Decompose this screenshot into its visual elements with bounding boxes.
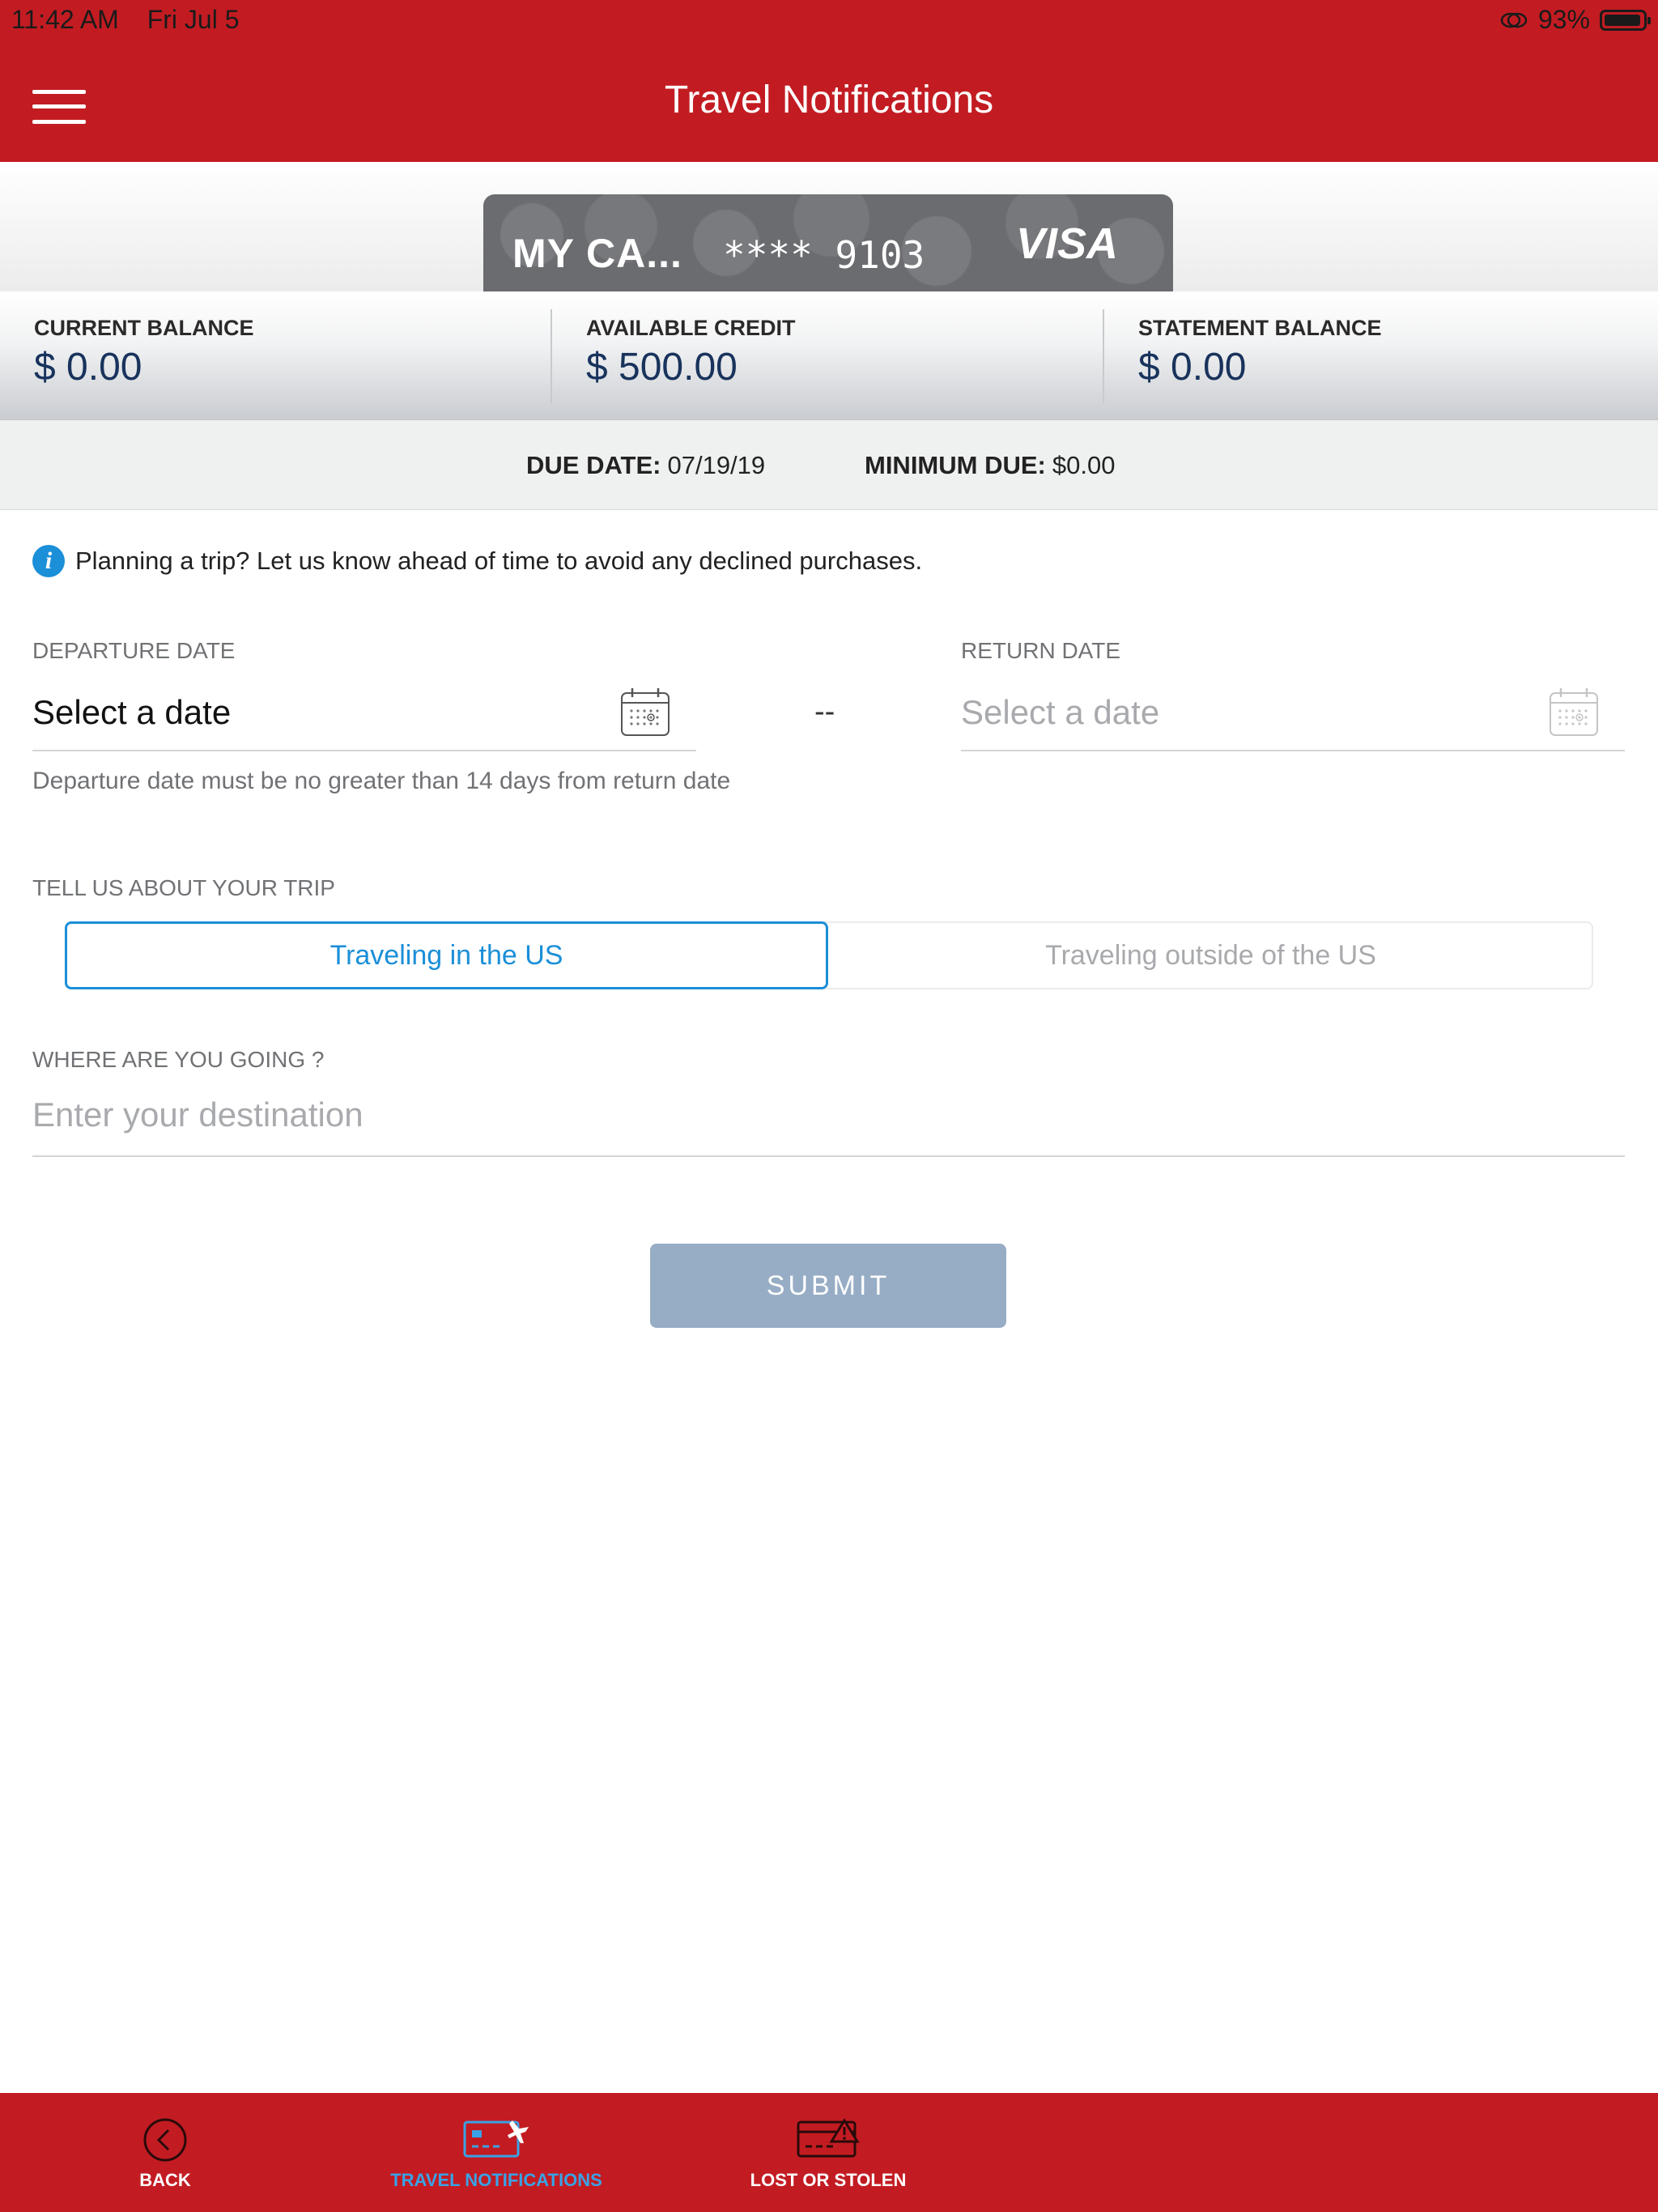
tab-back-label: BACK [139, 2170, 191, 2190]
available-credit: AVAILABLE CREDIT $ 500.00 [552, 291, 1104, 419]
card-brand-logo: VISA [1015, 219, 1118, 268]
due-bar: DUE DATE: 07/19/19 MINIMUM DUE: $0.00 [0, 420, 1658, 510]
tab-lost-or-stolen-label: LOST OR STOLEN [750, 2170, 907, 2190]
departure-hint: Departure date must be no greater than 1… [32, 768, 731, 794]
available-credit-value: $ 500.00 [586, 346, 738, 389]
due-date: DUE DATE: 07/19/19 [526, 451, 765, 480]
status-bar-left: 11:42 AM Fri Jul 5 [11, 5, 261, 35]
return-date-underline [961, 750, 1625, 751]
minimum-due-label: MINIMUM DUE: [865, 451, 1046, 479]
orientation-lock-icon [1500, 12, 1528, 28]
tab-travel-notifications-label: TRAVEL NOTIFICATIONS [390, 2170, 602, 2190]
page-title: Travel Notifications [664, 79, 994, 121]
available-credit-label: AVAILABLE CREDIT [586, 316, 796, 340]
card-plane-icon [463, 2121, 529, 2158]
departure-date-label: DEPARTURE DATE [32, 638, 236, 663]
calendar-icon[interactable] [1549, 687, 1599, 737]
return-date-field[interactable]: Select a date [961, 693, 1159, 732]
tab-back[interactable]: BACK [84, 2093, 246, 2212]
minimum-due: MINIMUM DUE: $0.00 [865, 451, 1115, 480]
destination-underline [32, 1155, 1625, 1157]
statement-balance-value: $ 0.00 [1138, 346, 1247, 389]
destination-input[interactable]: Enter your destination [32, 1095, 363, 1134]
current-balance: CURRENT BALANCE $ 0.00 [0, 291, 552, 419]
departure-date-underline [32, 750, 696, 751]
tab-travel-notifications[interactable]: TRAVEL NOTIFICATIONS [375, 2093, 618, 2212]
date-separator: -- [814, 695, 835, 729]
return-date-label: RETURN DATE [961, 638, 1121, 663]
balances-panel: CURRENT BALANCE $ 0.00 AVAILABLE CREDIT … [0, 291, 1658, 420]
calendar-icon[interactable] [620, 687, 670, 737]
back-circle-icon [143, 2118, 187, 2162]
battery-percent: 93% [1537, 5, 1590, 34]
trip-type-label: TELL US ABOUT YOUR TRIP [32, 875, 335, 900]
card-number: **** 9103 [723, 233, 925, 277]
due-date-label: DUE DATE: [526, 451, 661, 479]
statement-balance: STATEMENT BALANCE $ 0.00 [1104, 291, 1658, 419]
app-header: 11:42 AM Fri Jul 5 93% Travel Notificati… [0, 0, 1658, 162]
due-date-value: 07/19/19 [667, 451, 766, 479]
status-time: 11:42 AM [11, 5, 119, 34]
destination-label: WHERE ARE YOU GOING ? [32, 1047, 325, 1072]
credit-card-image[interactable]: MY CA... **** 9103 VISA [483, 194, 1173, 291]
minimum-due-value: $0.00 [1052, 451, 1116, 479]
battery-icon [1600, 9, 1651, 31]
bottom-tab-bar: BACK TRAVEL NOTIFICATIONS LOST OR STOLEN [0, 2093, 1658, 2212]
status-date: Fri Jul 5 [147, 5, 240, 34]
card-warning-icon [797, 2118, 860, 2158]
current-balance-value: $ 0.00 [34, 346, 142, 389]
tab-lost-or-stolen[interactable]: LOST OR STOLEN [747, 2093, 909, 2212]
departure-date-field[interactable]: Select a date [32, 693, 231, 732]
status-bar-right: 93% [1499, 5, 1651, 35]
card-name: MY CA... [512, 231, 682, 276]
segment-traveling-in-us[interactable]: Traveling in the US [65, 921, 828, 989]
info-icon: i [32, 545, 65, 577]
statement-balance-label: STATEMENT BALANCE [1138, 316, 1382, 340]
submit-button[interactable]: SUBMIT [650, 1244, 1006, 1328]
segment-traveling-outside-us[interactable]: Traveling outside of the US [828, 921, 1593, 989]
info-text: Planning a trip? Let us know ahead of ti… [75, 547, 923, 575]
current-balance-label: CURRENT BALANCE [34, 316, 254, 340]
